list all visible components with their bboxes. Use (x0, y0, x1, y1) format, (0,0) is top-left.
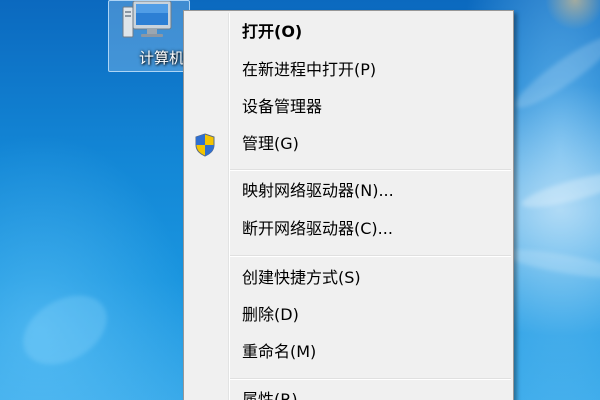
desktop-icon-label: 计算机 (139, 49, 185, 67)
computer-icon (122, 1, 172, 38)
wallpaper-streak (499, 243, 600, 285)
menu-item-device-manager[interactable]: 设备管理器 (186, 90, 511, 124)
wallpaper-streak (508, 27, 600, 117)
menu-separator (230, 378, 511, 380)
menu-item-manage[interactable]: 管理(G) (186, 127, 511, 161)
wallpaper-streak (11, 281, 119, 379)
menu-item-rename[interactable]: 重命名(M) (186, 335, 511, 369)
menu-item-label: 断开网络驱动器(C)... (242, 219, 393, 238)
menu-item-label: 设备管理器 (242, 97, 323, 116)
uac-shield-icon (195, 133, 215, 157)
menu-item-map-network-drive[interactable]: 映射网络驱动器(N)... (186, 174, 511, 208)
menu-item-create-shortcut[interactable]: 创建快捷方式(S) (186, 261, 511, 295)
menu-item-label: 映射网络驱动器(N)... (242, 181, 394, 200)
menu-item-label: 删除(D) (242, 305, 299, 324)
menu-item-label: 属性(R) (242, 390, 298, 400)
desktop-icon-computer[interactable]: 计算机 (108, 0, 190, 72)
menu-item-open-new-process[interactable]: 在新进程中打开(P) (186, 53, 511, 87)
menu-item-label: 重命名(M) (242, 342, 317, 361)
wallpaper-logo-glow (545, 0, 600, 30)
wallpaper-streak (519, 166, 600, 214)
context-menu: 打开(O) 在新进程中打开(P) 设备管理器 管理(G) 映射网络驱动器(N).… (183, 10, 514, 400)
menu-separator (230, 169, 511, 171)
desktop[interactable]: 计算机 打开(O) 在新进程中打开(P) 设备管理器 管理(G) 映射网络驱动器… (0, 0, 600, 400)
menu-separator (230, 255, 511, 257)
menu-item-label: 在新进程中打开(P) (242, 60, 377, 79)
menu-item-open[interactable]: 打开(O) (186, 15, 511, 49)
menu-item-label: 打开(O) (242, 22, 303, 41)
menu-item-delete[interactable]: 删除(D) (186, 298, 511, 332)
menu-item-label: 管理(G) (242, 134, 299, 153)
menu-item-label: 创建快捷方式(S) (242, 268, 361, 287)
menu-item-properties[interactable]: 属性(R) (186, 383, 511, 400)
menu-item-disconnect-network-drive[interactable]: 断开网络驱动器(C)... (186, 212, 511, 246)
